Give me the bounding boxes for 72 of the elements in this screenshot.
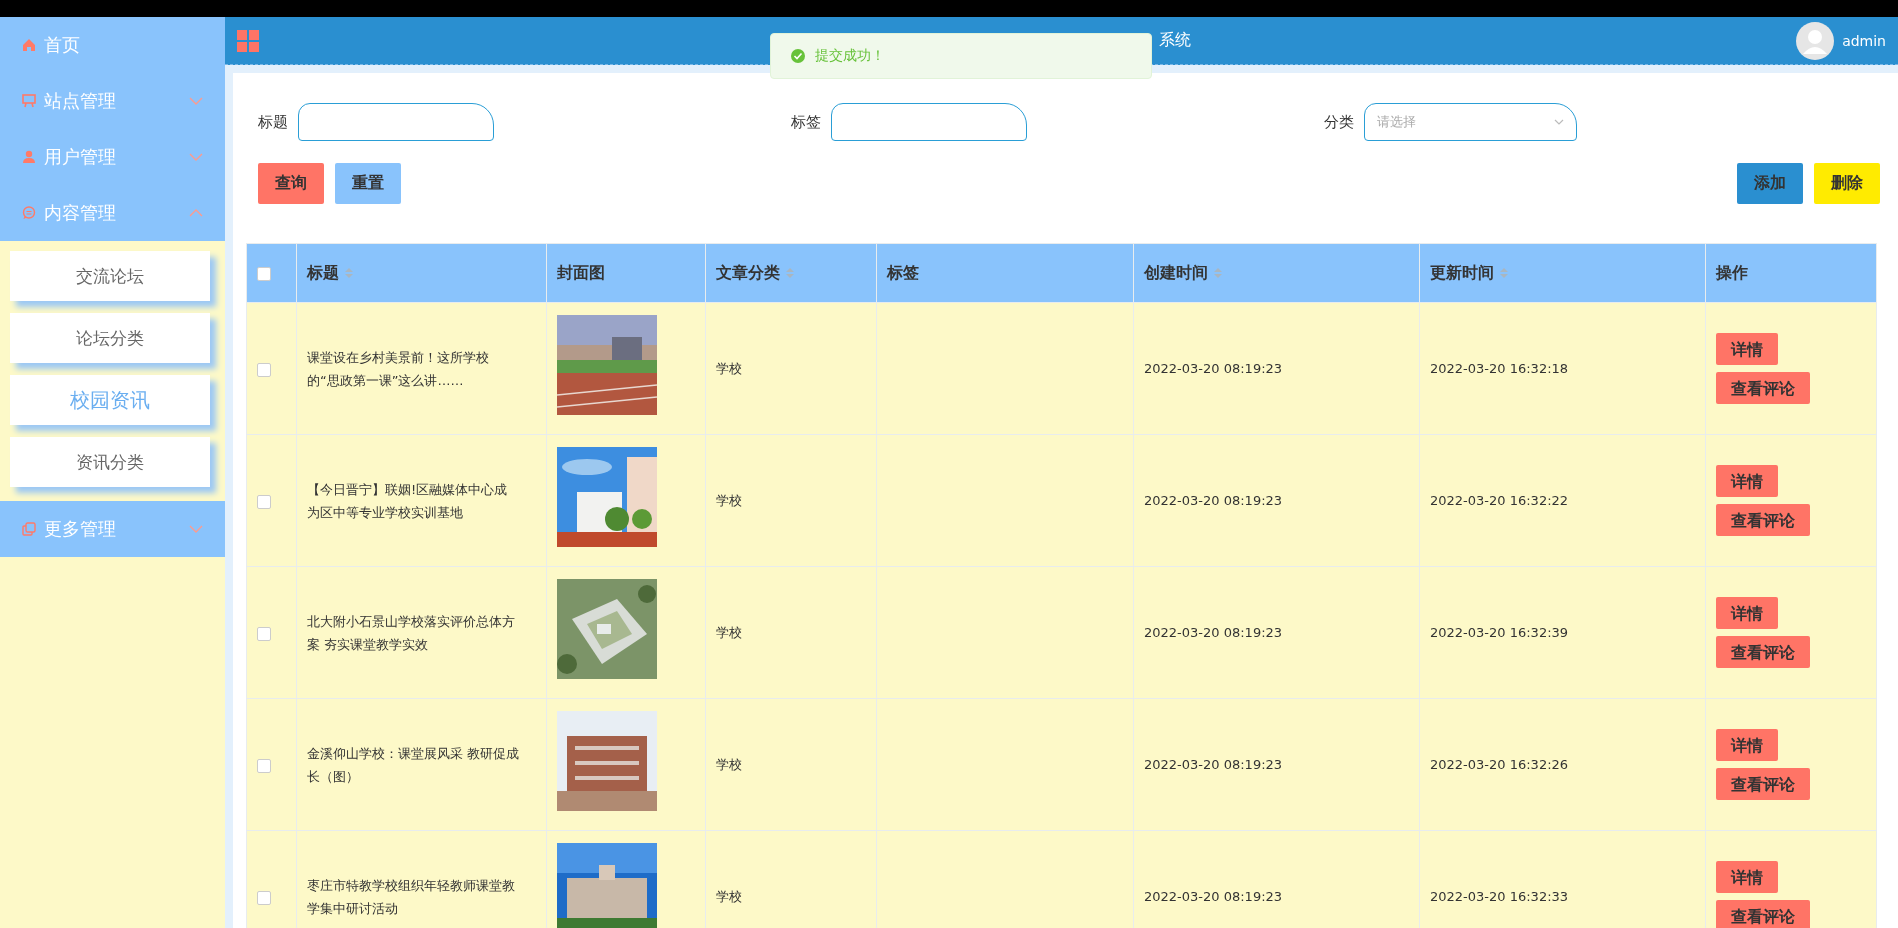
table-cell: 2022-03-20 08:19:23 (1144, 493, 1283, 508)
delete-button[interactable]: 删除 (1814, 163, 1880, 204)
table-cell: 枣庄市特教学校组织年轻教师课堂教学集中研讨活动 (307, 877, 515, 916)
column-header[interactable]: 标题 (307, 262, 353, 282)
toast-message: 提交成功！ (815, 47, 885, 65)
table-cell: 学校 (716, 361, 742, 376)
user-name[interactable]: admin (1842, 32, 1886, 49)
query-button[interactable]: 查询 (258, 163, 324, 204)
filter-label: 分类 (1324, 112, 1354, 132)
app-title: 系统 (1159, 30, 1191, 51)
table-cell: 2022-03-20 16:32:22 (1430, 493, 1569, 508)
submenu-item[interactable]: 论坛分类 (10, 313, 210, 363)
checkbox[interactable] (257, 626, 271, 641)
column-header[interactable]: 更新时间 (1430, 262, 1508, 282)
comments-button[interactable]: 查看评论 (1716, 636, 1810, 668)
table-cell: 2022-03-20 16:32:26 (1430, 757, 1569, 772)
chat-icon (22, 206, 36, 220)
checkbox[interactable] (257, 494, 271, 509)
detail-button[interactable]: 详情 (1716, 465, 1778, 497)
user-icon (22, 150, 36, 164)
table-cell: 学校 (716, 493, 742, 508)
avatar-icon (1796, 21, 1835, 60)
comments-button[interactable]: 查看评论 (1716, 372, 1810, 404)
column-header: 操作 (1716, 262, 1748, 282)
sort-icon (345, 268, 353, 278)
table-cell: 学校 (716, 625, 742, 640)
copy-icon (22, 522, 36, 536)
table-cell: 2022-03-20 08:19:23 (1144, 889, 1283, 904)
reset-button[interactable]: 重置 (335, 163, 401, 204)
table-cell: 学校 (716, 889, 742, 904)
checkbox[interactable] (257, 890, 271, 905)
sort-icon (786, 268, 794, 278)
table-cell: 【今日晋宁】联姻!区融媒体中心成为区中等专业学校实训基地 (307, 481, 508, 520)
comments-button[interactable]: 查看评论 (1716, 900, 1810, 928)
table-cell: 金溪仰山学校：课堂展风采 教研促成长（图） (307, 745, 520, 784)
input-field[interactable] (831, 103, 1027, 141)
table-cell: 北大附小石景山学校落实评价总体方案 夯实课堂教学实效 (307, 613, 515, 652)
checkbox[interactable] (257, 267, 271, 281)
comments-button[interactable]: 查看评论 (1716, 504, 1810, 536)
table-cell: 2022-03-20 08:19:23 (1144, 757, 1283, 772)
select-field[interactable]: 请选择 (1364, 103, 1577, 141)
detail-button[interactable]: 详情 (1716, 861, 1778, 893)
filter-label: 标签 (791, 112, 821, 132)
board-icon (22, 94, 36, 108)
column-header[interactable]: 创建时间 (1144, 262, 1222, 282)
grid-icon (237, 29, 259, 52)
check-icon (791, 49, 805, 63)
sort-icon (1214, 268, 1222, 278)
detail-button[interactable]: 详情 (1716, 597, 1778, 629)
table-cell: 学校 (716, 757, 742, 772)
column-header: 封面图 (557, 262, 605, 282)
table-cell: 2022-03-20 08:19:23 (1144, 361, 1283, 376)
filter-label: 标题 (258, 112, 288, 132)
table-cell: 2022-03-20 16:32:18 (1430, 361, 1569, 376)
table-cell: 2022-03-20 08:19:23 (1144, 625, 1283, 640)
home-icon (22, 38, 36, 52)
chevron-icon (1554, 119, 1564, 125)
table-cell: 课堂设在乡村美景前！这所学校的“思政第一课”这么讲…… (307, 349, 489, 388)
checkbox[interactable] (257, 362, 271, 377)
submenu-item[interactable]: 交流论坛 (10, 251, 210, 301)
sort-icon (1500, 268, 1508, 278)
add-button[interactable]: 添加 (1737, 163, 1803, 204)
column-header: 标签 (887, 262, 919, 282)
table-cell: 2022-03-20 16:32:33 (1430, 889, 1569, 904)
input-field[interactable] (298, 103, 494, 141)
checkbox[interactable] (257, 758, 271, 773)
detail-button[interactable]: 详情 (1716, 333, 1778, 365)
detail-button[interactable]: 详情 (1716, 729, 1778, 761)
column-header[interactable]: 文章分类 (716, 262, 794, 282)
submenu-item[interactable]: 资讯分类 (10, 437, 210, 487)
table-cell: 2022-03-20 16:32:39 (1430, 625, 1569, 640)
comments-button[interactable]: 查看评论 (1716, 768, 1810, 800)
